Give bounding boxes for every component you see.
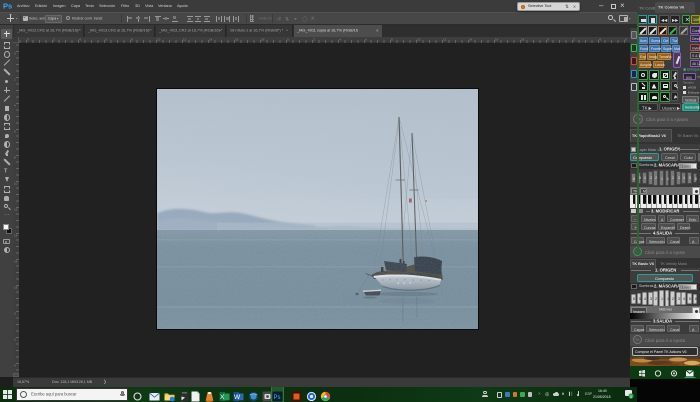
- svg-text:3: 3: [630, 395, 632, 399]
- svg-text:Ps: Ps: [274, 395, 281, 401]
- svg-text:X: X: [220, 394, 225, 401]
- svg-text:W: W: [234, 394, 241, 401]
